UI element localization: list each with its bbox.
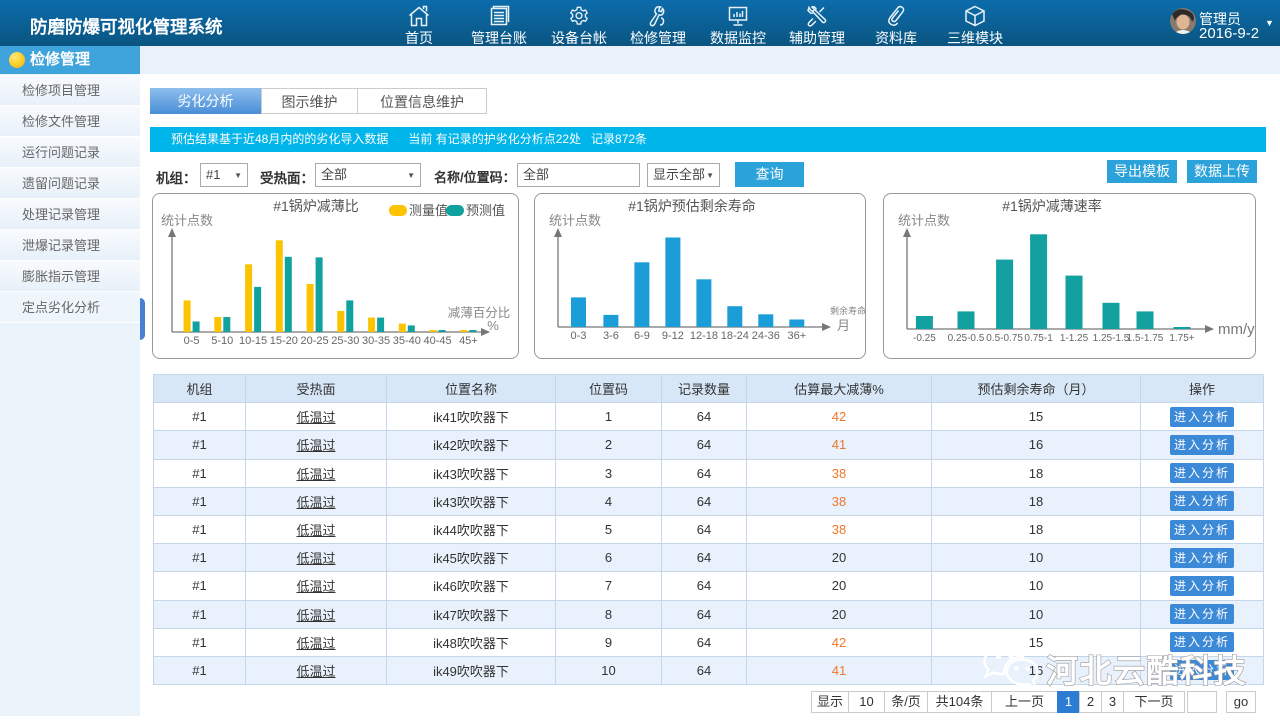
svg-text:#1锅炉减薄比: #1锅炉减薄比 xyxy=(273,198,359,214)
svg-text:1-1.25: 1-1.25 xyxy=(1060,333,1089,344)
svg-text:测量值: 测量值 xyxy=(409,203,448,218)
svg-text:24-36: 24-36 xyxy=(752,330,780,342)
svg-text:0-5: 0-5 xyxy=(184,335,200,347)
svg-text:1.5-1.75: 1.5-1.75 xyxy=(1127,333,1164,344)
svg-text:剩余寿命: 剩余寿命 xyxy=(830,305,866,316)
svg-text:河北云酷科技: 河北云酷科技 xyxy=(1046,653,1247,689)
svg-text:预测值: 预测值 xyxy=(466,203,505,218)
svg-text:15-20: 15-20 xyxy=(270,335,298,347)
svg-text:9-12: 9-12 xyxy=(662,330,684,342)
svg-text:1.75+: 1.75+ xyxy=(1169,333,1194,344)
svg-text:6-9: 6-9 xyxy=(634,330,650,342)
svg-text:#1锅炉预估剩余寿命: #1锅炉预估剩余寿命 xyxy=(628,198,756,214)
svg-text:0.25-0.5: 0.25-0.5 xyxy=(948,333,985,344)
svg-text:月: 月 xyxy=(837,318,850,333)
svg-text:40-45: 40-45 xyxy=(424,335,452,347)
svg-text:30-35: 30-35 xyxy=(362,335,390,347)
svg-text:3-6: 3-6 xyxy=(603,330,619,342)
svg-text:%: % xyxy=(487,318,499,333)
svg-text:12-18: 12-18 xyxy=(690,330,718,342)
svg-text:统计点数: 统计点数 xyxy=(161,213,213,228)
svg-text:36+: 36+ xyxy=(787,330,806,342)
svg-text:20-25: 20-25 xyxy=(301,335,329,347)
svg-text:45+: 45+ xyxy=(459,335,478,347)
svg-text:0.75-1: 0.75-1 xyxy=(1024,333,1053,344)
svg-text:减薄百分比: 减薄百分比 xyxy=(448,305,511,320)
svg-text:mm/y: mm/y xyxy=(1218,321,1255,338)
svg-text:1.25-1.5: 1.25-1.5 xyxy=(1093,333,1130,344)
svg-text:#1锅炉减薄速率: #1锅炉减薄速率 xyxy=(1002,198,1102,214)
svg-text:25-30: 25-30 xyxy=(331,335,359,347)
svg-text:10-15: 10-15 xyxy=(239,335,267,347)
svg-text:35-40: 35-40 xyxy=(393,335,421,347)
svg-text:统计点数: 统计点数 xyxy=(898,213,950,228)
svg-text:5-10: 5-10 xyxy=(211,335,233,347)
svg-text:统计点数: 统计点数 xyxy=(549,213,601,228)
svg-text:-0.25: -0.25 xyxy=(913,333,936,344)
svg-text:18-24: 18-24 xyxy=(721,330,749,342)
svg-text:0-3: 0-3 xyxy=(571,330,587,342)
svg-text:0.5-0.75: 0.5-0.75 xyxy=(986,333,1023,344)
